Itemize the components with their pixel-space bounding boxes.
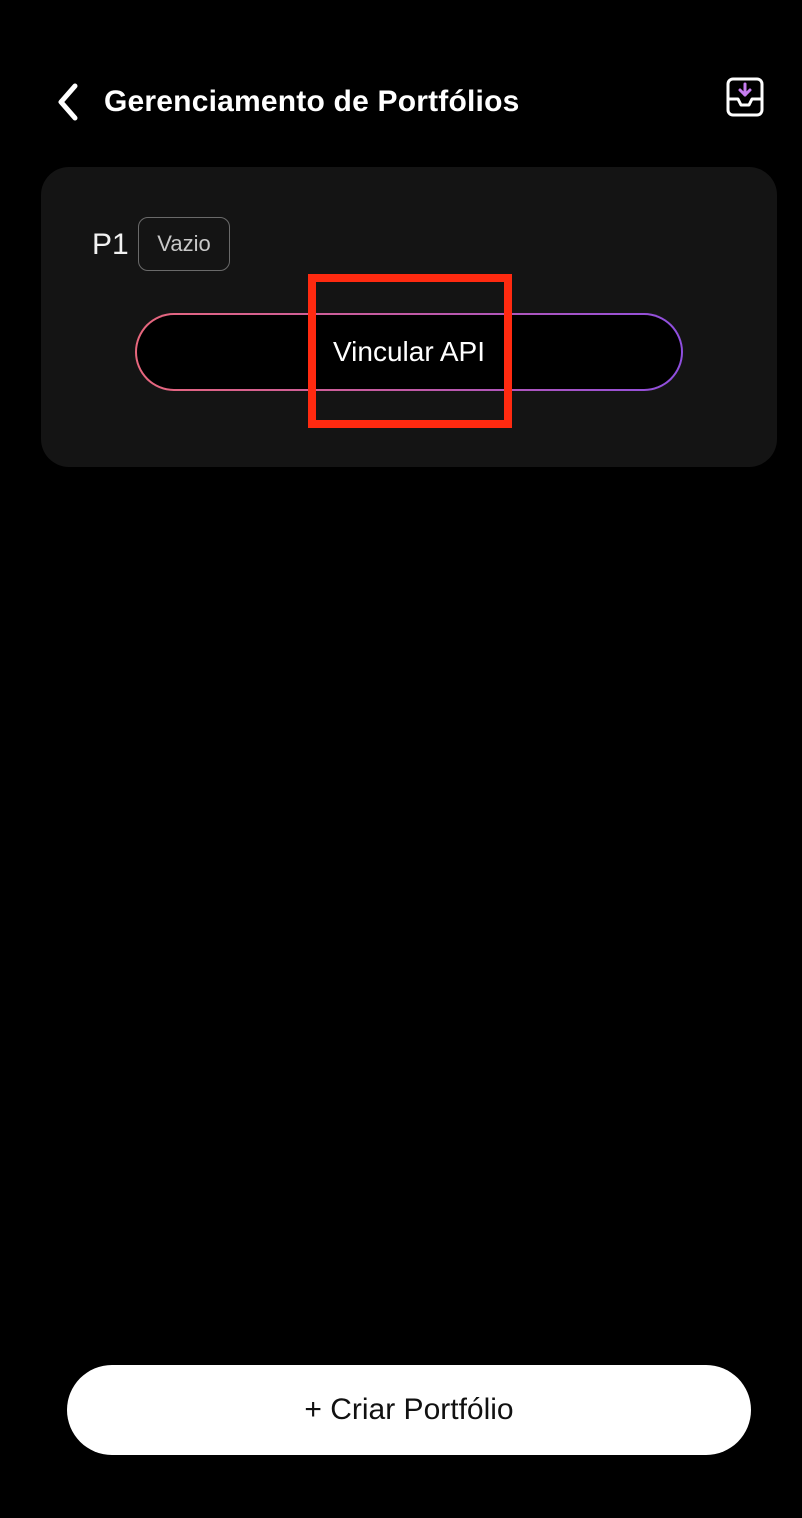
portfolio-card: P1 Vazio Vincular API xyxy=(41,167,777,467)
chevron-left-icon xyxy=(58,83,78,121)
page-title: Gerenciamento de Portfólios xyxy=(104,85,520,118)
link-api-label: Vincular API xyxy=(137,315,681,389)
create-portfolio-button[interactable]: + Criar Portfólio xyxy=(67,1365,751,1455)
tray-download-icon xyxy=(726,77,764,117)
back-button[interactable] xyxy=(46,80,90,124)
link-api-button[interactable]: Vincular API xyxy=(135,313,683,391)
status-badge: Vazio xyxy=(138,217,230,271)
header: Gerenciamento de Portfólios xyxy=(0,60,802,144)
import-button[interactable] xyxy=(720,72,770,122)
portfolio-name: P1 xyxy=(92,228,129,261)
